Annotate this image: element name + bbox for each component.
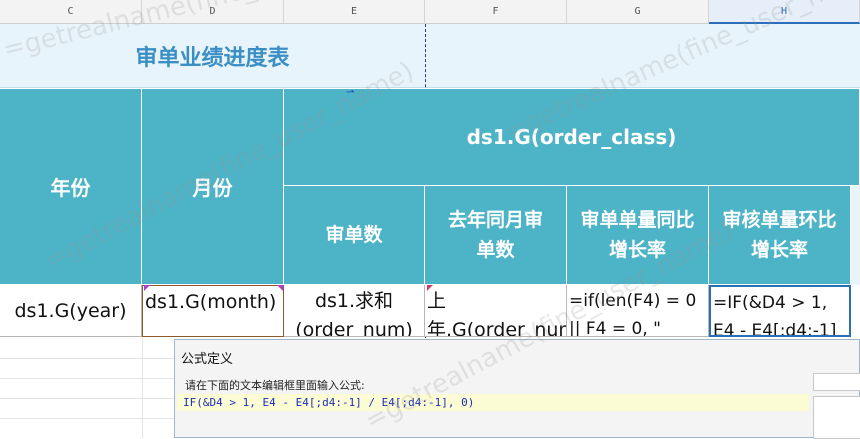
expand-arrow-icon: ⇀ [346, 87, 355, 98]
column-header-g[interactable]: G [567, 0, 709, 24]
column-letter: C [67, 6, 74, 17]
column-letter: E [350, 6, 358, 17]
header-audit-count[interactable]: 审单数 [284, 186, 425, 285]
cell-yoy[interactable]: =if(len(F4) = 0 || F4 = 0, " [567, 285, 709, 337]
grid-line [142, 338, 143, 438]
formula-input[interactable]: IF(&D4 > 1, E4 - E4[;d4:-1] / E4[;d4:-1]… [177, 394, 809, 411]
header-year[interactable]: 年份 [0, 89, 142, 285]
cell-marker-icon [277, 285, 283, 291]
report-title[interactable]: 审单业绩进度表 [0, 24, 425, 88]
grid-line [0, 378, 174, 379]
column-letter: H [780, 5, 788, 17]
cell-year[interactable]: ds1.G(year) [0, 285, 142, 337]
grid-line [0, 358, 174, 359]
column-header-e[interactable]: E [284, 0, 425, 24]
header-mom-growth[interactable]: 审核单量环比增长率 [709, 186, 851, 285]
column-header-f[interactable]: F [425, 0, 567, 24]
cell-marker-icon [144, 285, 150, 291]
header-month[interactable]: 月份 [142, 89, 284, 285]
cell-marker-icon [427, 285, 433, 291]
dialog-title: 公式定义 [181, 352, 234, 367]
column-header-c[interactable]: C [0, 0, 142, 24]
header-edge [851, 186, 860, 285]
header-yoy-growth[interactable]: 审单单量同比增长率 [567, 186, 709, 285]
column-header-d[interactable]: D [142, 0, 284, 24]
column-letter: G [634, 6, 641, 17]
cell-mom-selected[interactable]: =IF(&D4 > 1, E4 - E4[;d4:-1] [709, 285, 851, 337]
formula-dialog[interactable]: 公式定义 请在下面的文本编辑框里面输入公式: IF(&D4 > 1, E4 - … [174, 339, 860, 439]
dialog-prompt: 请在下面的文本编辑框里面输入公式: [185, 379, 365, 392]
grid-line [0, 398, 174, 399]
column-letter: F [492, 6, 499, 17]
header-order-class-group[interactable]: ds1.G(order_class) [284, 89, 860, 186]
header-last-year-audit-count[interactable]: 去年同月审单数 [425, 186, 567, 285]
cell-month[interactable]: ds1.G(month) [142, 285, 284, 337]
cell-last-year[interactable]: 上年.G(order_num) [425, 285, 567, 337]
column-letter: D [209, 6, 216, 17]
grid-line [0, 418, 174, 419]
column-header-h[interactable]: H [709, 0, 860, 24]
side-search-box[interactable] [813, 373, 860, 391]
side-list-box[interactable] [813, 396, 860, 439]
cell-sum[interactable]: ds1.求和(order_num) [284, 285, 425, 337]
